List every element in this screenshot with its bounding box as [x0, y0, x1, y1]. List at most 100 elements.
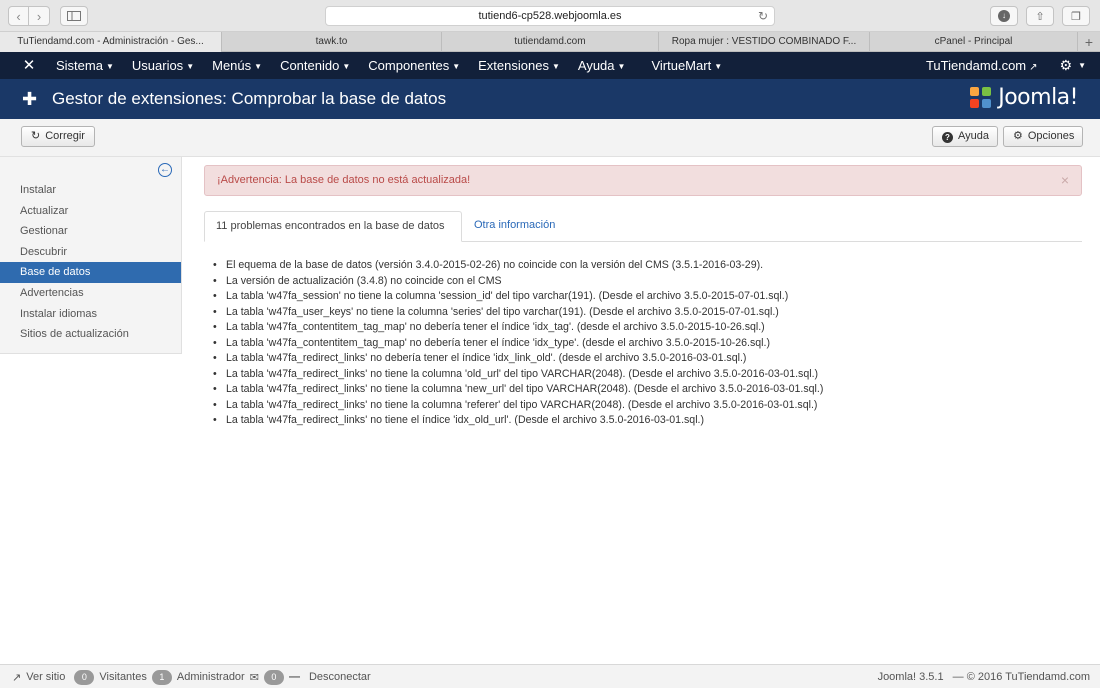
- list-item: La versión de actualización (3.4.8) no c…: [212, 274, 1082, 290]
- external-link-icon: ↗: [1029, 62, 1038, 73]
- menu-label: VirtueMart: [651, 58, 712, 73]
- sidebar-item-advertencias[interactable]: Advertencias: [0, 283, 181, 304]
- external-link-icon: ↗: [12, 671, 22, 684]
- messages-badge[interactable]: 0: [263, 669, 284, 685]
- tabs-icon: ❐: [1071, 10, 1081, 23]
- sidebar-toggle-button[interactable]: [60, 6, 88, 26]
- menu-usuarios[interactable]: Usuarios ▼: [123, 52, 203, 79]
- forward-button[interactable]: ›: [29, 6, 50, 26]
- puzzle-icon: ✚: [22, 89, 38, 109]
- close-icon[interactable]: ×: [1061, 166, 1069, 195]
- refresh-icon: ↻: [31, 130, 41, 142]
- toolbar: ↻ Corregir ? Ayuda ⚙ Opciones: [0, 119, 1100, 157]
- question-icon: ?: [942, 132, 953, 143]
- joomla-logo: Joomla!: [970, 85, 1078, 110]
- list-item: La tabla 'w47fa_session' no tiene la col…: [212, 289, 1082, 305]
- list-item: La tabla 'w47fa_redirect_links' no tiene…: [212, 382, 1082, 398]
- menu-label: Sistema: [56, 58, 103, 73]
- envelope-icon: ✉: [249, 671, 259, 684]
- status-right: Joomla! 3.5.1 — © 2016 TuTiendamd.com: [878, 665, 1090, 688]
- caret-down-icon: ▼: [342, 62, 351, 71]
- fix-button[interactable]: ↻ Corregir: [21, 126, 95, 147]
- logout-link[interactable]: Desconectar: [309, 671, 371, 683]
- sidebar-item-instalar[interactable]: Instalar: [0, 180, 181, 201]
- plus-icon: +: [1084, 34, 1094, 50]
- share-button[interactable]: ⇧: [1026, 6, 1054, 26]
- tab-other-info[interactable]: Otra información: [463, 211, 566, 242]
- visitors-badge: 0: [74, 669, 95, 685]
- menu-ayuda[interactable]: Ayuda ▼: [569, 52, 635, 79]
- site-link[interactable]: TuTiendamd.com ↗: [926, 58, 1038, 73]
- caret-down-icon: ▼: [452, 62, 461, 71]
- menu-menus[interactable]: Menús ▼: [203, 52, 271, 79]
- main-menu: Sistema ▼ Usuarios ▼ Menús ▼ Contenido ▼ Com…: [47, 52, 731, 79]
- warning-alert: ¡Advertencia: La base de datos no está a…: [204, 165, 1082, 196]
- browser-actions: ↓ ⇧ ❐: [990, 6, 1090, 26]
- admin-navbar: ✕ Sistema ▼ Usuarios ▼ Menús ▼ Contenido ▼ C…: [0, 52, 1100, 79]
- list-item: La tabla 'w47fa_user_keys' no tiene la c…: [212, 305, 1082, 321]
- sidebar-item-sitios-actualizacion[interactable]: Sitios de actualización: [0, 324, 181, 345]
- menu-contenido[interactable]: Contenido ▼: [271, 52, 359, 79]
- sidebar-item-actualizar[interactable]: Actualizar: [0, 201, 181, 222]
- browser-tab[interactable]: TuTiendamd.com - Administración - Ges...: [0, 32, 222, 52]
- tabs-overview-button[interactable]: ❐: [1062, 6, 1090, 26]
- history-nav: ‹ ›: [8, 6, 50, 26]
- chevron-left-icon: ‹: [16, 8, 21, 24]
- page-title: Gestor de extensiones: Comprobar la base…: [52, 89, 447, 108]
- collapse-sidebar-icon[interactable]: ←: [158, 163, 172, 177]
- menu-label: Contenido: [280, 58, 340, 73]
- browser-tab[interactable]: cPanel - Principal: [870, 32, 1078, 52]
- version-text: Joomla! 3.5.1: [877, 671, 944, 683]
- new-tab-button[interactable]: +: [1078, 32, 1100, 51]
- caret-down-icon: ▼: [1078, 61, 1086, 70]
- sidebar-item-base-de-datos[interactable]: Base de datos: [0, 262, 181, 283]
- visitors-label: Visitantes: [99, 671, 147, 683]
- list-item: La tabla 'w47fa_contentitem_tag_map' no …: [212, 320, 1082, 336]
- view-site-link[interactable]: Ver sitio: [26, 671, 65, 683]
- options-button[interactable]: ⚙ Opciones: [1003, 126, 1083, 147]
- back-button[interactable]: ‹: [8, 6, 29, 26]
- share-icon: ⇧: [1035, 10, 1045, 23]
- browser-tab[interactable]: tawk.to: [222, 32, 442, 52]
- options-button-label: Opciones: [1027, 130, 1075, 142]
- admins-label: Administrador: [176, 671, 245, 683]
- browser-toolbar: ‹ › tutiend6-cp528.webjoomla.es ↻ ↓ ⇧ ❐: [0, 0, 1100, 32]
- list-item: La tabla 'w47fa_redirect_links' no tiene…: [212, 367, 1082, 383]
- copyright-text: © 2016 TuTiendamd.com: [966, 671, 1090, 683]
- sidebar-item-instalar-idiomas[interactable]: Instalar idiomas: [0, 304, 181, 325]
- site-link-label: TuTiendamd.com: [925, 58, 1027, 73]
- tab-problems[interactable]: 11 problemas encontrados en la base de d…: [204, 211, 462, 242]
- menu-label: Menús: [212, 58, 252, 73]
- status-bar: ↗ Ver sitio 0 Visitantes 1 Administrador…: [0, 664, 1100, 688]
- address-bar[interactable]: tutiend6-cp528.webjoomla.es ↻: [325, 6, 775, 26]
- menu-extensiones[interactable]: Extensiones ▼: [469, 52, 569, 79]
- sidebar-item-gestionar[interactable]: Gestionar: [0, 221, 181, 242]
- user-menu[interactable]: ⚙ ▼: [1060, 57, 1086, 74]
- download-icon: ↓: [998, 10, 1010, 22]
- joomla-icon[interactable]: ✕: [20, 57, 38, 75]
- gear-icon: ⚙: [1059, 57, 1073, 73]
- sidebar-item-descubrir[interactable]: Descubrir: [0, 242, 181, 263]
- menu-sistema[interactable]: Sistema ▼: [47, 52, 123, 79]
- minus-icon: —: [288, 671, 300, 683]
- list-item: La tabla 'w47fa_contentitem_tag_map' no …: [212, 336, 1082, 352]
- admins-badge: 1: [151, 669, 172, 685]
- help-button[interactable]: ? Ayuda: [932, 126, 998, 147]
- reload-icon[interactable]: ↻: [758, 7, 768, 25]
- menu-componentes[interactable]: Componentes ▼: [359, 52, 469, 79]
- help-button-label: Ayuda: [958, 130, 989, 142]
- list-item: La tabla 'w47fa_redirect_links' no tiene…: [212, 413, 1082, 429]
- fix-button-label: Corregir: [45, 130, 85, 142]
- downloads-button[interactable]: ↓: [990, 6, 1018, 26]
- caret-down-icon: ▼: [617, 62, 626, 71]
- navbar-right: TuTiendamd.com ↗ ⚙ ▼: [926, 52, 1086, 79]
- menu-virtuemart[interactable]: VirtueMart ▼: [642, 52, 731, 79]
- browser-tab-strip: TuTiendamd.com - Administración - Ges...…: [0, 32, 1100, 52]
- menu-label: Usuarios: [131, 58, 184, 73]
- browser-tab[interactable]: Ropa mujer : VESTIDO COMBINADO F...: [659, 32, 870, 52]
- caret-down-icon: ▼: [551, 62, 560, 71]
- caret-down-icon: ▼: [254, 62, 263, 71]
- page-header: ✚ Gestor de extensiones: Comprobar la ba…: [0, 79, 1100, 119]
- list-item: El equema de la base de datos (versión 3…: [212, 258, 1082, 274]
- browser-tab[interactable]: tutiendamd.com: [442, 32, 659, 52]
